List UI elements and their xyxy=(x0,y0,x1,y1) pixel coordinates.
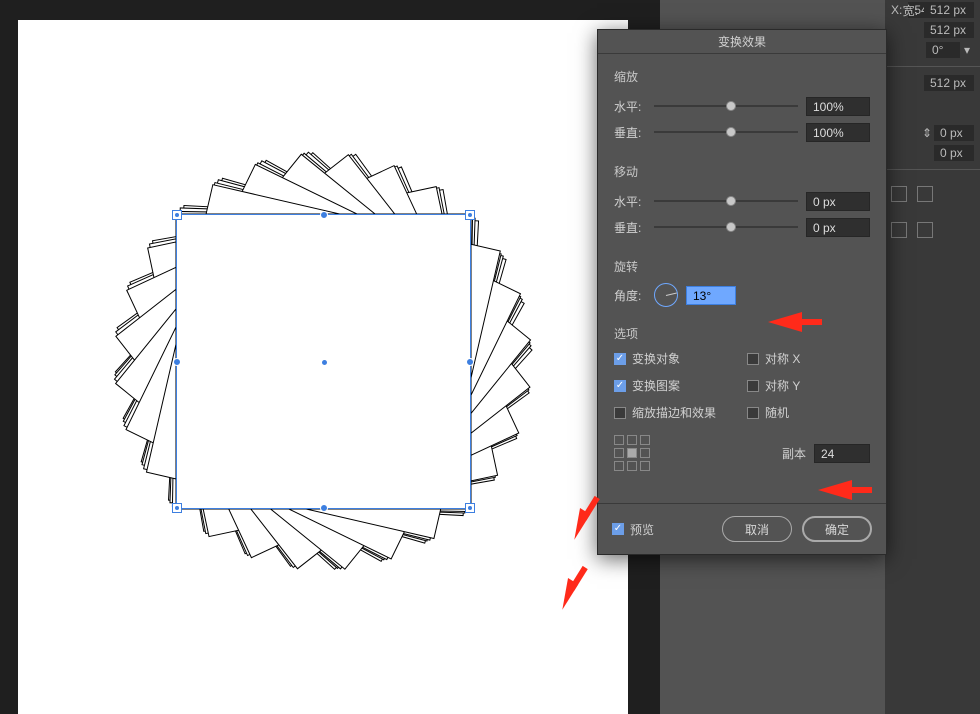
scale-v-row: 垂直: 100% xyxy=(614,119,870,145)
scale-v-value[interactable]: 100% xyxy=(806,123,870,142)
opt-transform-patterns[interactable]: 变换图案 xyxy=(614,377,737,394)
move-v-value[interactable]: 0 px xyxy=(806,218,870,237)
move-h-label: 水平: xyxy=(614,193,646,210)
dialog-buttons: 预览 取消 确定 xyxy=(598,503,886,554)
opt-transform-objects[interactable]: 变换对象 xyxy=(614,350,737,367)
prop-px2-value[interactable]: 0 px xyxy=(934,145,974,161)
chevron-down-icon[interactable]: ▾ xyxy=(964,43,974,57)
anchor-top-right[interactable] xyxy=(465,210,475,220)
handle-right[interactable] xyxy=(466,358,474,366)
divider xyxy=(885,169,980,170)
rotate-section-title: 旋转 xyxy=(614,258,870,275)
opt-reflect-x[interactable]: 对称 X xyxy=(747,350,870,367)
move-h-value[interactable]: 0 px xyxy=(806,192,870,211)
cancel-label: 取消 xyxy=(745,521,769,538)
scale-section-title: 缩放 xyxy=(614,68,870,85)
rotate-angle-label: 角度: xyxy=(614,287,646,304)
opt-random-label: 随机 xyxy=(765,404,789,421)
anchor-bottom-left[interactable] xyxy=(172,503,182,513)
prop-extra1-value[interactable]: 512 px xyxy=(924,75,974,91)
center-point xyxy=(322,360,327,365)
prop-h-value[interactable]: 512 px xyxy=(924,22,974,38)
preview-checkbox[interactable]: 预览 xyxy=(612,521,654,538)
annotation-arrow-copies xyxy=(818,480,852,500)
move-section: 移动 水平: 0 px 垂直: 0 px xyxy=(614,163,870,240)
align-left-icon[interactable] xyxy=(891,186,907,202)
opt-transform-objects-label: 变换对象 xyxy=(632,350,680,367)
scale-v-slider[interactable] xyxy=(654,125,798,139)
opt-scale-strokes[interactable]: 缩放描边和效果 xyxy=(614,404,737,421)
opt-reflect-x-label: 对称 X xyxy=(765,350,800,367)
opt-reflect-y-label: 对称 Y xyxy=(765,377,800,394)
distribute-row xyxy=(885,212,980,248)
handle-bottom[interactable] xyxy=(320,504,328,512)
rotate-angle-row: 角度: 13° xyxy=(614,283,870,307)
move-h-slider[interactable] xyxy=(654,194,798,208)
move-v-slider[interactable] xyxy=(654,220,798,234)
align-row xyxy=(885,176,980,212)
anchor-bottom-right[interactable] xyxy=(465,503,475,513)
opt-random[interactable]: 随机 xyxy=(747,404,870,421)
prop-px1: ⇕ 0 px xyxy=(885,123,980,143)
move-v-row: 垂直: 0 px xyxy=(614,214,870,240)
cancel-button[interactable]: 取消 xyxy=(722,516,792,542)
ok-button[interactable]: 确定 xyxy=(802,516,872,542)
opt-reflect-y[interactable]: 对称 Y xyxy=(747,377,870,394)
copies-input[interactable]: 24 xyxy=(814,444,870,463)
artboard[interactable] xyxy=(18,20,628,714)
handle-left[interactable] xyxy=(173,358,181,366)
prop-extra1: 512 px xyxy=(885,73,980,93)
prop-px2: 0 px xyxy=(885,143,980,163)
move-section-title: 移动 xyxy=(614,163,870,180)
distribute-v-icon[interactable] xyxy=(917,222,933,238)
move-v-label: 垂直: xyxy=(614,219,646,236)
angle-dial[interactable] xyxy=(654,283,678,307)
distribute-h-icon[interactable] xyxy=(891,222,907,238)
origin-grid[interactable] xyxy=(614,435,650,471)
scale-h-value[interactable]: 100% xyxy=(806,97,870,116)
handle-top[interactable] xyxy=(320,211,328,219)
prop-x-label: X: xyxy=(891,3,902,17)
divider xyxy=(885,66,980,67)
anchor-top-left[interactable] xyxy=(172,210,182,220)
scale-section: 缩放 水平: 100% 垂直: 100% xyxy=(614,68,870,145)
prop-w-value[interactable]: 512 px xyxy=(924,2,974,18)
scale-h-slider[interactable] xyxy=(654,99,798,113)
properties-panel: X: 540 px 宽: 512 px 512 px 0° ▾ 512 px ⇕… xyxy=(885,0,980,714)
opt-scale-strokes-label: 缩放描边和效果 xyxy=(632,404,716,421)
preview-label: 预览 xyxy=(630,521,654,538)
prop-h: 512 px xyxy=(885,20,980,40)
options-section: 选项 变换对象 对称 X 变换图案 对称 Y 缩放描边和效果 随机 副本 24 xyxy=(614,325,870,471)
prop-px1-value[interactable]: 0 px xyxy=(934,125,974,141)
opt-transform-patterns-label: 变换图案 xyxy=(632,377,680,394)
link-icon[interactable]: ⇕ xyxy=(922,126,932,140)
copies-row: 副本 24 xyxy=(614,435,870,471)
scale-h-label: 水平: xyxy=(614,98,646,115)
copies-label: 副本 xyxy=(782,445,806,462)
rotate-section: 旋转 角度: 13° xyxy=(614,258,870,307)
dialog-title[interactable]: 变换效果 xyxy=(598,30,886,54)
options-section-title: 选项 xyxy=(614,325,870,342)
prop-angle: 0° ▾ xyxy=(885,40,980,60)
dialog-body: 缩放 水平: 100% 垂直: 100% 移动 水平: 0 px 垂直: xyxy=(598,54,886,503)
annotation-arrow-angle xyxy=(768,312,802,332)
ok-label: 确定 xyxy=(825,521,849,538)
move-h-row: 水平: 0 px xyxy=(614,188,870,214)
prop-w-label: 宽: xyxy=(903,2,918,19)
scale-h-row: 水平: 100% xyxy=(614,93,870,119)
align-center-icon[interactable] xyxy=(917,186,933,202)
scale-v-label: 垂直: xyxy=(614,124,646,141)
prop-angle-value[interactable]: 0° xyxy=(926,42,960,58)
rotate-angle-input[interactable]: 13° xyxy=(686,286,736,305)
selection-bounds[interactable] xyxy=(176,214,471,509)
transform-effect-dialog[interactable]: 变换效果 缩放 水平: 100% 垂直: 100% 移动 水平: 0 px xyxy=(597,29,887,555)
